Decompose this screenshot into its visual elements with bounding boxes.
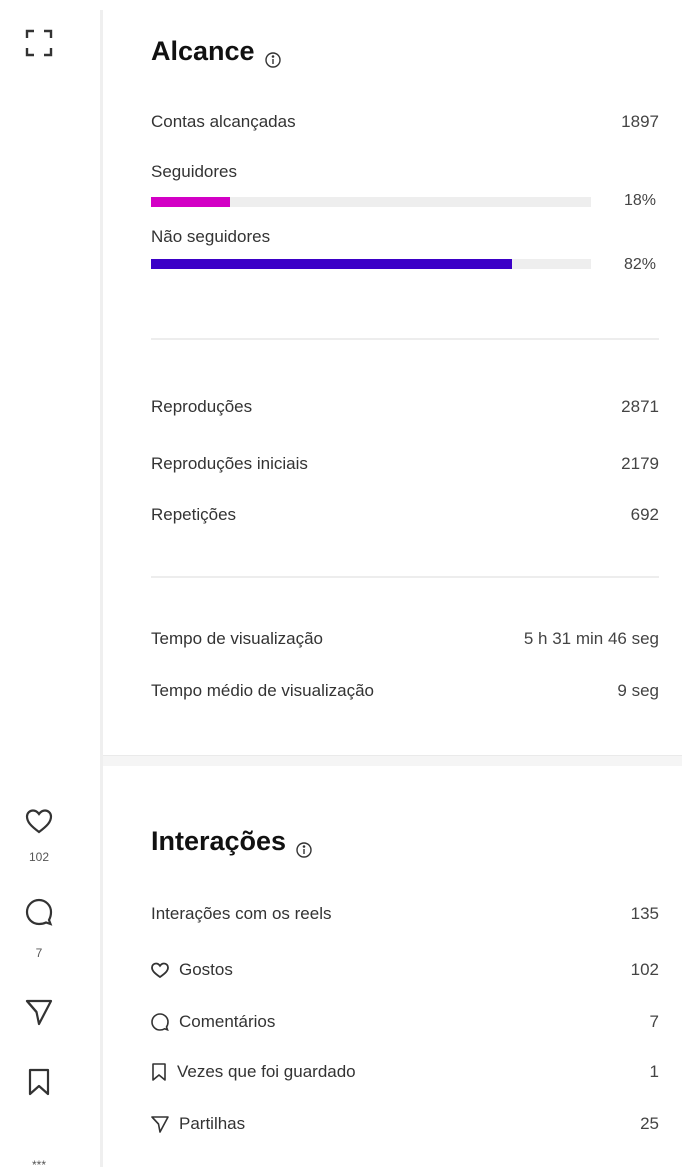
followers-percent: 18% bbox=[623, 192, 656, 209]
share-icon[interactable] bbox=[20, 998, 58, 1026]
divider bbox=[151, 338, 659, 340]
insights-panel: Alcance Contas alcançadas 1897 Seguidore… bbox=[103, 0, 682, 1167]
saves-row: Vezes que foi guardado 1 bbox=[151, 1060, 659, 1084]
replays-value: 692 bbox=[630, 505, 659, 524]
non-followers-bar-fill bbox=[151, 259, 512, 269]
reach-title: Alcance bbox=[151, 36, 255, 66]
watch-time-row: Tempo de visualização 5 h 31 min 46 seg bbox=[151, 627, 659, 651]
info-icon[interactable] bbox=[296, 834, 312, 858]
non-followers-percent: 82% bbox=[623, 256, 656, 273]
likes-count: 102 bbox=[28, 850, 50, 864]
more-count: *** bbox=[31, 1158, 46, 1172]
section-divider bbox=[103, 755, 682, 766]
initial-plays-value: 2179 bbox=[621, 454, 659, 473]
saves-value: 1 bbox=[649, 1062, 659, 1081]
avg-watch-time-label: Tempo médio de visualização bbox=[151, 681, 375, 700]
info-icon[interactable] bbox=[264, 44, 281, 68]
likes-value: 102 bbox=[630, 960, 659, 979]
shares-value: 25 bbox=[640, 1114, 659, 1133]
comments-row: Comentários 7 bbox=[151, 1010, 659, 1034]
non-followers-label: Não seguidores bbox=[151, 227, 271, 246]
accounts-reached-label: Contas alcançadas bbox=[151, 112, 296, 131]
avg-watch-time-row: Tempo médio de visualização 9 seg bbox=[151, 679, 659, 703]
plays-label: Reproduções bbox=[151, 397, 253, 416]
saves-label: Vezes que foi guardado bbox=[177, 1062, 356, 1081]
shares-row: Partilhas 25 bbox=[151, 1112, 659, 1136]
watch-time-label: Tempo de visualização bbox=[151, 629, 323, 648]
reach-section-title: Alcance bbox=[151, 36, 281, 68]
comment-icon bbox=[151, 1013, 169, 1031]
left-rail: 102 7 *** bbox=[0, 0, 100, 1172]
bookmark-icon[interactable] bbox=[20, 1068, 58, 1096]
like-heart-icon[interactable] bbox=[20, 808, 58, 834]
accounts-reached-value: 1897 bbox=[621, 112, 659, 131]
followers-label: Seguidores bbox=[151, 162, 238, 181]
reels-interactions-label: Interações com os reels bbox=[151, 904, 332, 923]
share-icon bbox=[151, 1116, 169, 1133]
expand-icon[interactable] bbox=[20, 28, 58, 58]
reels-interactions-row: Interações com os reels 135 bbox=[151, 902, 659, 926]
comment-icon[interactable] bbox=[20, 898, 58, 926]
followers-bar-fill bbox=[151, 197, 231, 207]
non-followers-bar bbox=[151, 259, 591, 269]
avg-watch-time-value: 9 seg bbox=[617, 681, 659, 700]
replays-row: Repetições 692 bbox=[151, 503, 659, 527]
followers-bar bbox=[151, 197, 591, 207]
shares-label: Partilhas bbox=[179, 1114, 246, 1133]
reels-interactions-value: 135 bbox=[630, 904, 659, 923]
watch-time-value: 5 h 31 min 46 seg bbox=[523, 629, 659, 648]
plays-value: 2871 bbox=[621, 397, 659, 416]
replays-label: Repetições bbox=[151, 505, 237, 524]
accounts-reached-row: Contas alcançadas 1897 bbox=[151, 110, 659, 134]
heart-icon bbox=[151, 962, 169, 978]
bookmark-icon bbox=[152, 1063, 166, 1081]
divider bbox=[151, 576, 659, 578]
likes-label: Gostos bbox=[179, 960, 233, 979]
initial-plays-label: Reproduções iniciais bbox=[151, 454, 308, 473]
plays-row: Reproduções 2871 bbox=[151, 395, 659, 419]
likes-row: Gostos 102 bbox=[151, 958, 659, 982]
interactions-section-title: Interações bbox=[151, 826, 312, 858]
comments-value: 7 bbox=[649, 1012, 659, 1031]
comments-label: Comentários bbox=[179, 1012, 276, 1031]
comments-count: 7 bbox=[35, 946, 43, 960]
initial-plays-row: Reproduções iniciais 2179 bbox=[151, 452, 659, 476]
interactions-title: Interações bbox=[151, 826, 287, 856]
